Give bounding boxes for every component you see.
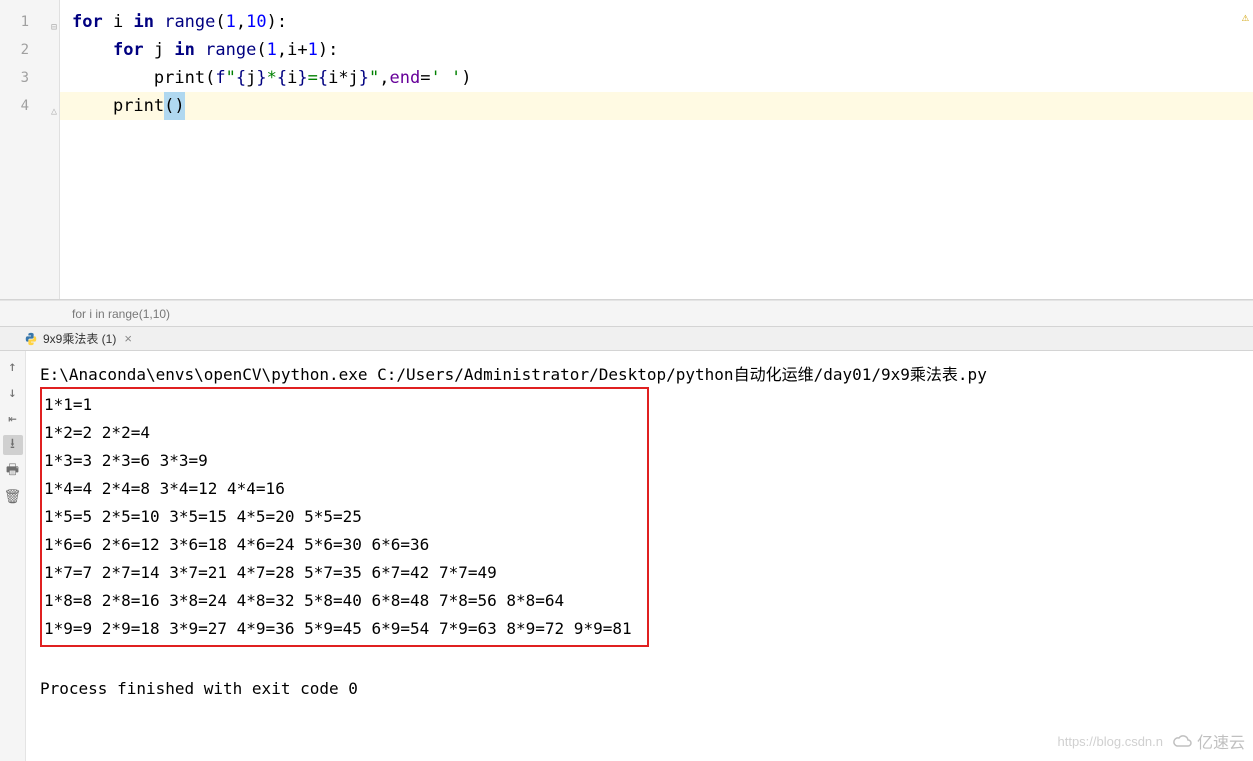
output-row: 1*9=9 2*9=18 3*9=27 4*9=36 5*9=45 6*9=54… [44, 615, 641, 643]
editor-area: 1⊟ 2 3 4△ ⚠ for i in range(1,10): for j … [0, 0, 1253, 300]
line-gutter: 1⊟ 2 3 4△ [0, 0, 60, 299]
close-icon[interactable]: × [124, 331, 132, 346]
console-container: ↑ ↓ ⇤ ⭳ 🖶 🗑 E:\Anaconda\envs\openCV\pyth… [0, 351, 1253, 761]
output-row: 1*4=4 2*4=8 3*4=12 4*4=16 [44, 475, 641, 503]
scroll-to-end-icon[interactable]: ⭳ [3, 435, 23, 455]
rerun-down-icon[interactable]: ↓ [3, 383, 23, 403]
output-highlight-box: 1*1=1 1*2=2 2*2=4 1*3=3 2*3=6 3*3=9 1*4=… [40, 387, 649, 647]
output-row: 1*5=5 2*5=10 3*5=15 4*5=20 5*5=25 [44, 503, 641, 531]
line-number: 4△ [0, 92, 59, 120]
python-icon [24, 332, 38, 346]
code-line-4[interactable]: print() [60, 92, 1253, 120]
warning-icon[interactable]: ⚠ [1242, 10, 1249, 24]
run-tab-bar: 9x9乘法表 (1) × [0, 327, 1253, 351]
console-toolbar: ↑ ↓ ⇤ ⭳ 🖶 🗑 [0, 351, 26, 761]
fold-icon[interactable]: ⊟ [45, 14, 57, 26]
breadcrumb[interactable]: for i in range(1,10) [0, 300, 1253, 327]
watermark-text: https://blog.csdn.n [1057, 734, 1163, 749]
output-row: 1*2=2 2*2=4 [44, 419, 641, 447]
blank-line [40, 647, 1239, 675]
command-line: E:\Anaconda\envs\openCV\python.exe C:/Us… [40, 361, 1239, 389]
run-tab-label: 9x9乘法表 (1) [43, 330, 116, 347]
code-line-1[interactable]: for i in range(1,10): [60, 8, 1253, 36]
rerun-up-icon[interactable]: ↑ [3, 357, 23, 377]
logo-watermark: 亿速云 [1171, 729, 1245, 753]
console-output[interactable]: E:\Anaconda\envs\openCV\python.exe C:/Us… [26, 351, 1253, 761]
fold-end-icon[interactable]: △ [45, 98, 57, 110]
breadcrumb-text: for i in range(1,10) [72, 307, 170, 321]
soft-wrap-icon[interactable]: ⇤ [3, 409, 23, 429]
code-line-2[interactable]: for j in range(1,i+1): [60, 36, 1253, 64]
exit-message: Process finished with exit code 0 [40, 675, 1239, 703]
print-icon[interactable]: 🖶 [3, 461, 23, 481]
output-row: 1*3=3 2*3=6 3*3=9 [44, 447, 641, 475]
line-number: 3 [0, 64, 59, 92]
output-row: 1*6=6 2*6=12 3*6=18 4*6=24 5*6=30 6*6=36 [44, 531, 641, 559]
line-number: 1⊟ [0, 8, 59, 36]
trash-icon[interactable]: 🗑 [3, 487, 23, 507]
line-number: 2 [0, 36, 59, 64]
run-tab[interactable]: 9x9乘法表 (1) × [18, 330, 138, 347]
output-row: 1*8=8 2*8=16 3*8=24 4*8=32 5*8=40 6*8=48… [44, 587, 641, 615]
code-editor[interactable]: ⚠ for i in range(1,10): for j in range(1… [60, 0, 1253, 299]
code-line-3[interactable]: print(f"{j}*{i}={i*j}",end=' ') [60, 64, 1253, 92]
output-row: 1*7=7 2*7=14 3*7=21 4*7=28 5*7=35 6*7=42… [44, 559, 641, 587]
output-row: 1*1=1 [44, 391, 641, 419]
cloud-icon [1171, 733, 1193, 749]
